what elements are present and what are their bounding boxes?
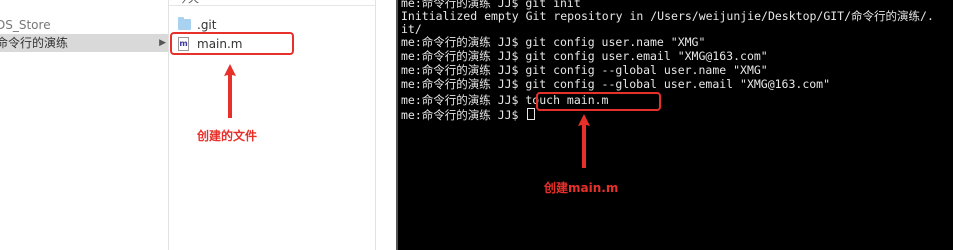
date-group-header: 今天 bbox=[169, 0, 375, 6]
folder-name: 命令行的演练 bbox=[0, 36, 69, 50]
terminal-prompt-line[interactable]: me:命令行的演练 JJ$ bbox=[401, 108, 536, 122]
chevron-right-icon: ▶ bbox=[159, 38, 166, 48]
terminal-line: me:命令行的演练 JJ$ git config --global user.n… bbox=[401, 63, 768, 77]
annotation-label: 创建main.m bbox=[544, 181, 619, 195]
column-divider[interactable] bbox=[375, 0, 376, 250]
highlight-box bbox=[536, 92, 661, 111]
list-item[interactable]: DS_Store bbox=[0, 16, 168, 34]
window-edge bbox=[396, 0, 398, 250]
terminal-line: me:命令行的演练 JJ$ git config --global user.e… bbox=[401, 77, 831, 91]
terminal-line: me:命令行的演练 JJ$ git config user.email "XMG… bbox=[401, 49, 768, 63]
terminal-window[interactable]: me:命令行的演练 JJ$ git init Initialized empty… bbox=[396, 0, 953, 250]
finder-window: DS_Store 命令行的演练 ▶ 今天 .git m main.m 创建的文件 bbox=[0, 0, 396, 250]
terminal-prompt: me:命令行的演练 JJ$ bbox=[401, 108, 526, 122]
file-name: DS_Store bbox=[0, 18, 51, 32]
folder-icon bbox=[178, 17, 191, 30]
list-item-selected-folder[interactable]: 命令行的演练 ▶ bbox=[0, 34, 168, 52]
annotation-label: 创建的文件 bbox=[197, 129, 258, 143]
terminal-cursor bbox=[527, 108, 536, 120]
arrow-up-icon bbox=[578, 114, 590, 168]
highlight-box bbox=[170, 32, 294, 55]
terminal-line: Initialized empty Git repository in /Use… bbox=[401, 9, 934, 23]
finder-column-parent: DS_Store 命令行的演练 ▶ bbox=[0, 0, 168, 250]
arrow-up-icon bbox=[224, 64, 236, 118]
terminal-line: me:命令行的演练 JJ$ git config user.name "XMG" bbox=[401, 35, 706, 49]
